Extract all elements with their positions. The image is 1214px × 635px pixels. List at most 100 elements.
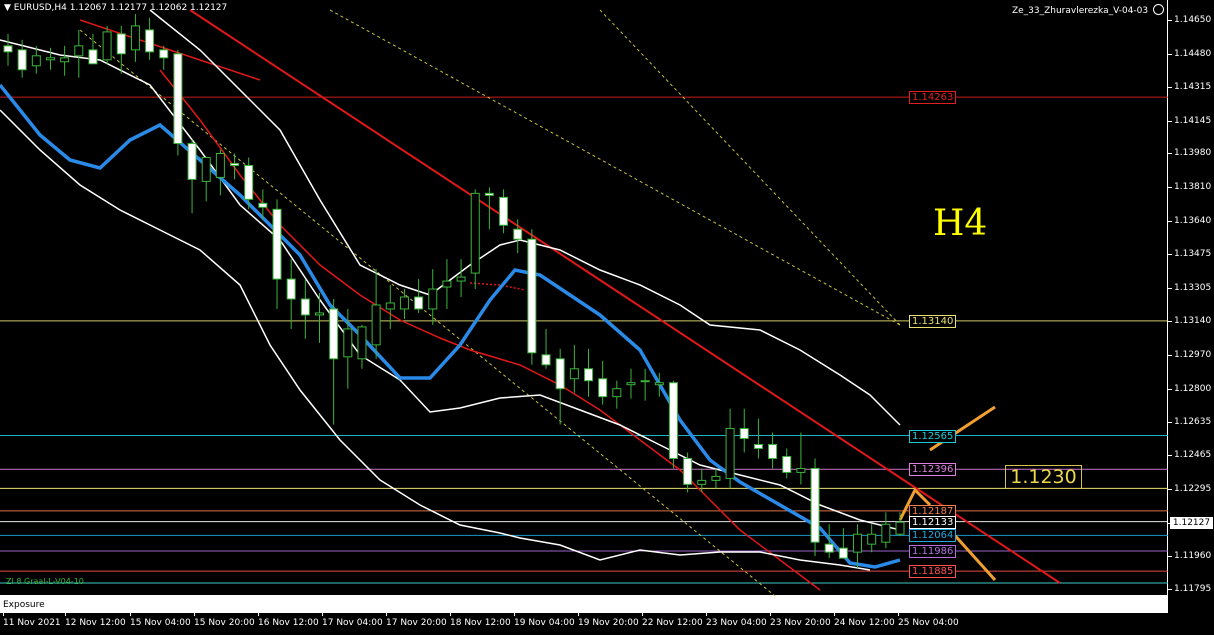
bear-candle	[782, 455, 792, 473]
dotted-trend-line	[599, 9, 901, 326]
chart-canvas[interactable]	[0, 0, 1168, 596]
time-tick-mark	[130, 613, 131, 616]
time-tick-label: 17 Nov 04:00	[322, 618, 383, 628]
time-tick-label: 24 Nov 12:00	[834, 618, 895, 628]
price-chart-area[interactable]	[0, 0, 1168, 596]
level-price-label: 1.12133	[909, 515, 957, 529]
ohlc-values: 1.12067 1.12177 1.12062 1.12127	[69, 3, 228, 13]
dotted-trend-line	[329, 9, 901, 326]
price-tick-label: 1.13140	[1174, 315, 1212, 326]
bear-candle	[499, 196, 509, 226]
bull-candle	[654, 382, 664, 386]
red-ma-line	[159, 69, 821, 591]
bull-candle	[371, 304, 381, 346]
price-tick-label: 1.14315	[1174, 81, 1212, 92]
orange-projection-up	[929, 405, 996, 452]
exposure-panel[interactable]	[0, 596, 1168, 614]
price-tick-label: 1.14650	[1174, 14, 1212, 25]
bear-candle	[598, 378, 608, 398]
chart-header: ▼ EURUSD,H4 1.12067 1.12177 1.12062 1.12…	[4, 3, 227, 13]
price-tick-mark	[1168, 120, 1172, 122]
bull-candle	[385, 302, 395, 310]
price-tick-label: 1.13640	[1174, 216, 1212, 227]
time-tick-mark	[706, 613, 707, 616]
bull-candle	[697, 479, 707, 485]
price-tick-label: 1.13305	[1174, 283, 1212, 294]
time-tick-mark	[386, 613, 387, 616]
time-tick-label: 19 Nov 20:00	[578, 618, 639, 628]
bear-candle	[513, 228, 523, 240]
exposure-tab[interactable]: Exposure	[3, 600, 45, 610]
time-axis[interactable]: 11 Nov 2021 12 Nov 12:00 15 Nov 04:00 15 No…	[0, 613, 1214, 635]
bull-candle	[428, 288, 438, 310]
level-price-label: 1.11885	[909, 565, 957, 579]
price-tick-mark	[1168, 320, 1172, 322]
price-tick-mark	[1168, 589, 1172, 591]
price-tick-mark	[1168, 86, 1172, 88]
bull-candle	[895, 521, 905, 535]
bear-candle	[159, 49, 169, 59]
orange-projection-down	[948, 528, 997, 582]
level-price-label: 1.13140	[909, 314, 957, 328]
time-tick-mark	[194, 613, 195, 616]
bear-candle	[230, 162, 240, 166]
time-tick-mark	[450, 613, 451, 616]
time-tick-mark	[3, 613, 4, 616]
bull-candle	[456, 276, 466, 282]
bull-candle	[399, 296, 409, 310]
time-tick-mark	[258, 613, 259, 616]
time-tick-mark	[770, 613, 771, 616]
price-tick-mark	[1168, 187, 1172, 189]
indicator-label: ZI 8 Graal-L-V04-10	[6, 577, 84, 586]
bull-candle	[711, 475, 721, 481]
price-tick-label: 1.12465	[1174, 450, 1212, 461]
bull-candle	[31, 55, 41, 67]
price-tick-mark	[1168, 388, 1172, 390]
time-tick-mark	[65, 613, 66, 616]
bear-candle	[768, 444, 778, 459]
bull-candle	[45, 57, 55, 61]
bull-candle	[725, 428, 735, 479]
time-tick-mark	[642, 613, 643, 616]
price-tick-label: 1.13980	[1174, 148, 1212, 159]
bear-candle	[329, 308, 339, 360]
price-tick-label: 1.11960	[1174, 551, 1212, 562]
time-tick-label: 23 Nov 20:00	[770, 618, 831, 628]
bear-candle	[187, 143, 197, 180]
price-tick-mark	[1168, 153, 1172, 155]
bear-candle	[286, 278, 296, 300]
bull-candle	[442, 280, 452, 288]
bear-candle	[527, 238, 537, 354]
bull-candle	[130, 25, 140, 51]
bear-candle	[116, 33, 126, 55]
bull-candle	[314, 312, 324, 316]
price-tick-mark	[1168, 421, 1172, 423]
bull-candle	[569, 368, 579, 380]
bear-candle	[258, 202, 268, 208]
bear-candle	[753, 444, 763, 449]
bear-candle	[3, 45, 13, 53]
bear-candle	[838, 547, 848, 559]
price-tick-mark	[1168, 455, 1172, 457]
price-tick-label: 1.13810	[1174, 182, 1212, 193]
price-axis[interactable]: 1.14650 1.14480 1.14315 1.14145 1.13980 1.138…	[1168, 0, 1214, 596]
bear-candle	[17, 49, 27, 71]
time-tick-label: 17 Nov 20:00	[386, 618, 447, 628]
bull-candle	[470, 192, 480, 274]
price-tick-mark	[1168, 354, 1172, 356]
price-tick-mark	[1168, 19, 1172, 21]
bear-candle	[739, 428, 749, 440]
smiley-icon[interactable]	[1153, 4, 1164, 15]
bull-candle	[853, 533, 863, 553]
bear-candle	[244, 164, 254, 200]
chart-menu-arrow-icon[interactable]: ▼	[4, 3, 11, 13]
indicator-name-text: Ze_33_Zhuravlerezka_V-04-03	[1011, 6, 1149, 16]
lower-band-line	[0, 109, 871, 571]
price-tick-label: 1.14480	[1174, 48, 1212, 59]
bull-candle	[881, 523, 891, 543]
time-tick-mark	[898, 613, 899, 616]
time-tick-label: 15 Nov 04:00	[130, 618, 191, 628]
chart-window[interactable]: ▼ EURUSD,H4 1.12067 1.12177 1.12062 1.12…	[0, 0, 1214, 635]
price-tick-mark	[1168, 221, 1172, 223]
target-price-label: 1.1230	[1005, 465, 1082, 489]
